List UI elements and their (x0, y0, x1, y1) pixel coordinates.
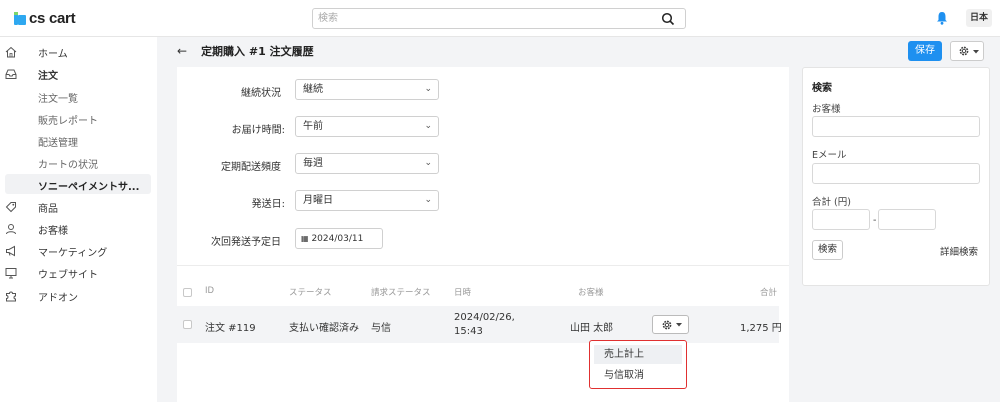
caret-down-icon (676, 323, 682, 327)
total-max-input[interactable] (878, 209, 936, 230)
order-total: 1,275 円 (740, 323, 782, 334)
select-all-checkbox[interactable] (183, 288, 192, 297)
select-value: 毎週 (303, 158, 323, 169)
home-icon (5, 46, 17, 58)
user-icon (6, 224, 16, 235)
row-actions-button[interactable] (652, 315, 689, 334)
order-id-link[interactable]: 注文 #119 (205, 319, 256, 334)
sidebar-subitem-order-list[interactable]: 注文一覧 (38, 90, 78, 105)
global-search (312, 8, 686, 29)
row-actions-menu: 売上計上 与信取消 (589, 340, 687, 389)
row-checkbox[interactable] (183, 320, 192, 329)
total-label: 合計 (円) (812, 197, 851, 208)
sidebar-item-label: お客様 (38, 225, 68, 237)
chevron-down-icon: ⌄ (424, 84, 432, 94)
field-label-continuation: 継続状況 (241, 88, 281, 99)
email-input[interactable] (812, 163, 980, 184)
sidebar-subitem-sales-report[interactable]: 販売レポート (38, 112, 98, 127)
select-value: 月曜日 (303, 195, 333, 206)
search-button[interactable]: 検索 (812, 240, 843, 260)
column-header-id[interactable]: ID (205, 286, 214, 296)
order-date: 2024/02/26, (454, 312, 515, 323)
search-panel-title: 検索 (812, 83, 832, 94)
search-input[interactable] (313, 9, 643, 28)
page-title: 定期購入 #1 注文履歴 (201, 45, 314, 58)
menu-item-capture[interactable]: 売上計上 (594, 345, 682, 364)
monitor-icon (5, 268, 17, 279)
field-label-delivery-time: お届け時間: (231, 125, 285, 136)
chevron-down-icon: ⌄ (424, 195, 432, 205)
puzzle-icon (6, 291, 16, 302)
inbox-icon (5, 69, 17, 79)
caret-down-icon (973, 50, 979, 54)
tag-icon (5, 202, 16, 213)
search-icon[interactable] (661, 12, 675, 26)
menu-item-cancel-authorization[interactable]: 与信取消 (594, 366, 682, 385)
field-label-frequency: 定期配送頻度 (221, 162, 281, 173)
sidebar-subitem-cart-status[interactable]: カートの状況 (38, 156, 98, 171)
total-min-input[interactable] (812, 209, 870, 230)
order-time: 15:43 (454, 326, 483, 337)
advanced-search-link[interactable]: 詳細検索 (940, 244, 978, 258)
chevron-down-icon: ⌄ (424, 158, 432, 168)
logo-mark-icon (14, 12, 26, 25)
customer-name[interactable]: 山田 太郎 (570, 319, 613, 334)
settings-dropdown-button[interactable] (950, 41, 984, 61)
customer-label: お客様 (812, 104, 841, 115)
next-date-input[interactable]: ▦ 2024/03/11 (295, 228, 383, 249)
order-status[interactable]: 支払い確認済み (289, 319, 359, 334)
top-bar: cs cart 日本 (0, 0, 1000, 37)
sidebar-subitem-sony-payment[interactable]: ソニーペイメントサ... (5, 174, 151, 194)
billing-status: 与信 (371, 323, 391, 334)
customer-input[interactable] (812, 116, 980, 137)
sidebar-item-label: 注文 (38, 70, 58, 82)
page-header: ← 定期購入 #1 注文履歴 (177, 43, 314, 59)
select-value: 継続 (303, 84, 323, 95)
range-separator: - (873, 215, 877, 226)
ship-day-select[interactable]: 月曜日 ⌄ (295, 190, 439, 211)
column-header-total[interactable]: 合計 (760, 286, 777, 298)
select-value: 午前 (303, 121, 323, 132)
sidebar-item-label: 商品 (38, 203, 58, 215)
sidebar-item-label: ウェブサイト (38, 269, 98, 281)
gear-icon (662, 320, 672, 330)
date-value: 2024/03/11 (311, 234, 364, 244)
column-header-status[interactable]: ステータス (289, 286, 332, 298)
sidebar-subitem-shipping[interactable]: 配送管理 (38, 134, 78, 149)
save-button[interactable]: 保存 (908, 41, 942, 61)
column-header-date[interactable]: 日時 (454, 286, 471, 298)
chevron-down-icon: ⌄ (424, 121, 432, 131)
sidebar-subitem-label: ソニーペイメントサ... (38, 182, 140, 193)
column-header-customer[interactable]: お客様 (578, 286, 604, 298)
frequency-select[interactable]: 毎週 ⌄ (295, 153, 439, 174)
back-arrow-icon[interactable]: ← (177, 44, 187, 58)
email-label: Eメール (812, 150, 847, 161)
logo-text: cs cart (29, 10, 76, 27)
sidebar-item-label: マーケティング (38, 247, 108, 259)
megaphone-icon (6, 245, 15, 257)
bell-icon[interactable] (936, 11, 948, 25)
sidebar: ホーム 注文 注文一覧 販売レポート 配送管理 カートの状況 ソニーペイメントサ… (0, 37, 157, 402)
gear-icon (959, 46, 969, 56)
field-label-next-date: 次回発送予定日 (211, 237, 281, 248)
divider (177, 265, 789, 266)
calendar-icon: ▦ (301, 234, 309, 243)
field-label-ship-day: 発送日: (251, 199, 285, 210)
column-header-billing-status[interactable]: 請求ステータス (371, 286, 431, 298)
sidebar-item-label: ホーム (38, 48, 68, 60)
logo[interactable]: cs cart (14, 10, 76, 27)
sidebar-item-label: アドオン (38, 292, 78, 304)
language-badge[interactable]: 日本 (966, 9, 992, 27)
delivery-time-select[interactable]: 午前 ⌄ (295, 116, 439, 137)
continuation-select[interactable]: 継続 ⌄ (295, 79, 439, 100)
